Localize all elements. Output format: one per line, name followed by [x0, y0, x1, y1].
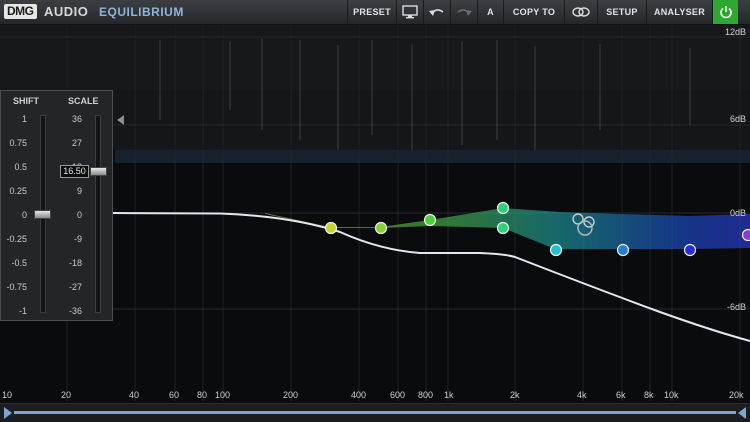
band-highlight	[115, 150, 750, 163]
freq-label: 400	[351, 390, 366, 400]
link-rings-icon	[571, 5, 591, 19]
scale-tick: -27	[58, 282, 82, 292]
scroll-left-arrow[interactable]	[4, 407, 12, 419]
freq-label: 1k	[444, 390, 454, 400]
freq-label: 100	[215, 390, 230, 400]
scale-tick: 27	[58, 138, 82, 148]
shift-label: SHIFT	[13, 96, 39, 106]
scale-tick: 9	[58, 186, 82, 196]
undo-button[interactable]	[423, 0, 450, 24]
scale-tick: -9	[58, 234, 82, 244]
freq-label: 800	[418, 390, 433, 400]
db-label-6: 6dB	[730, 114, 746, 124]
eq-band-node-3[interactable]	[425, 215, 436, 226]
eq-band-node-2[interactable]	[376, 223, 387, 234]
scale-slider-thumb[interactable]	[90, 167, 107, 176]
eq-band-node-10[interactable]	[618, 245, 629, 256]
redo-icon	[455, 5, 473, 19]
scroll-track[interactable]	[14, 411, 736, 414]
shift-tick: -0.5	[3, 258, 27, 268]
shift-slider-thumb[interactable]	[34, 210, 51, 219]
freq-label: 10	[2, 390, 12, 400]
shift-tick: 1	[3, 114, 27, 124]
copy-to-button[interactable]: COPY TO	[503, 0, 564, 24]
shift-tick: -0.75	[3, 282, 27, 292]
freq-label: 40	[129, 390, 139, 400]
freq-label: 8k	[644, 390, 654, 400]
shift-tick: -1	[3, 306, 27, 316]
freq-label: 20k	[729, 390, 744, 400]
freq-label: 2k	[510, 390, 520, 400]
shift-tick: 0.75	[3, 138, 27, 148]
freq-label: 10k	[664, 390, 679, 400]
power-icon	[719, 5, 733, 19]
freq-label: 4k	[577, 390, 587, 400]
preset-button[interactable]: PRESET	[347, 0, 396, 24]
db-label-minus6: -6dB	[727, 302, 746, 312]
power-button[interactable]	[712, 0, 738, 24]
link-button[interactable]	[564, 0, 597, 24]
scale-tick: -36	[58, 306, 82, 316]
shift-tick: 0.25	[3, 186, 27, 196]
freq-label: 60	[169, 390, 179, 400]
toolbar: DMG AUDIO EQUILIBRIUM PRESET A COPY TO S…	[0, 0, 750, 25]
freq-label: 200	[283, 390, 298, 400]
scale-tick: 0	[58, 210, 82, 220]
db-label-12: 12dB	[725, 27, 746, 37]
freq-label: 20	[61, 390, 71, 400]
freq-label: 80	[197, 390, 207, 400]
freq-label: 6k	[616, 390, 626, 400]
setup-button[interactable]: SETUP	[597, 0, 646, 24]
scroll-right-arrow[interactable]	[738, 407, 746, 419]
monitor-icon	[402, 5, 418, 19]
scale-tick: -18	[58, 258, 82, 268]
shift-tick: 0	[3, 210, 27, 220]
shift-tick: 0.5	[3, 162, 27, 172]
db-label-0: 0dB	[730, 208, 746, 218]
product-name: EQUILIBRIUM	[99, 5, 184, 20]
scale-tick: 36	[58, 114, 82, 124]
analyser-button[interactable]: ANALYSER	[646, 0, 712, 24]
eq-band-node-12[interactable]	[743, 230, 750, 241]
display-button[interactable]	[396, 0, 423, 24]
shift-tick: -0.25	[3, 234, 27, 244]
audio-logo: AUDIO	[44, 4, 88, 19]
eq-band-node-11[interactable]	[685, 245, 696, 256]
shift-scale-panel: SHIFT SCALE 1 0.75 0.5 0.25 0 -0.25 -0.5…	[0, 90, 113, 321]
eq-band-node-1[interactable]	[326, 223, 337, 234]
freq-label: 600	[390, 390, 405, 400]
eq-band-node-4[interactable]	[498, 203, 509, 214]
scale-slider-track[interactable]	[95, 115, 101, 313]
frequency-scrollbar[interactable]	[0, 403, 750, 422]
scale-label: SCALE	[68, 96, 99, 106]
undo-icon	[428, 5, 446, 19]
ab-button[interactable]: A	[477, 0, 503, 24]
scale-value-readout[interactable]: 16.50	[60, 165, 89, 178]
dmg-logo: DMG	[4, 4, 37, 19]
redo-button[interactable]	[450, 0, 477, 24]
eq-band-node-6[interactable]	[551, 245, 562, 256]
eq-band-node-5[interactable]	[498, 223, 509, 234]
